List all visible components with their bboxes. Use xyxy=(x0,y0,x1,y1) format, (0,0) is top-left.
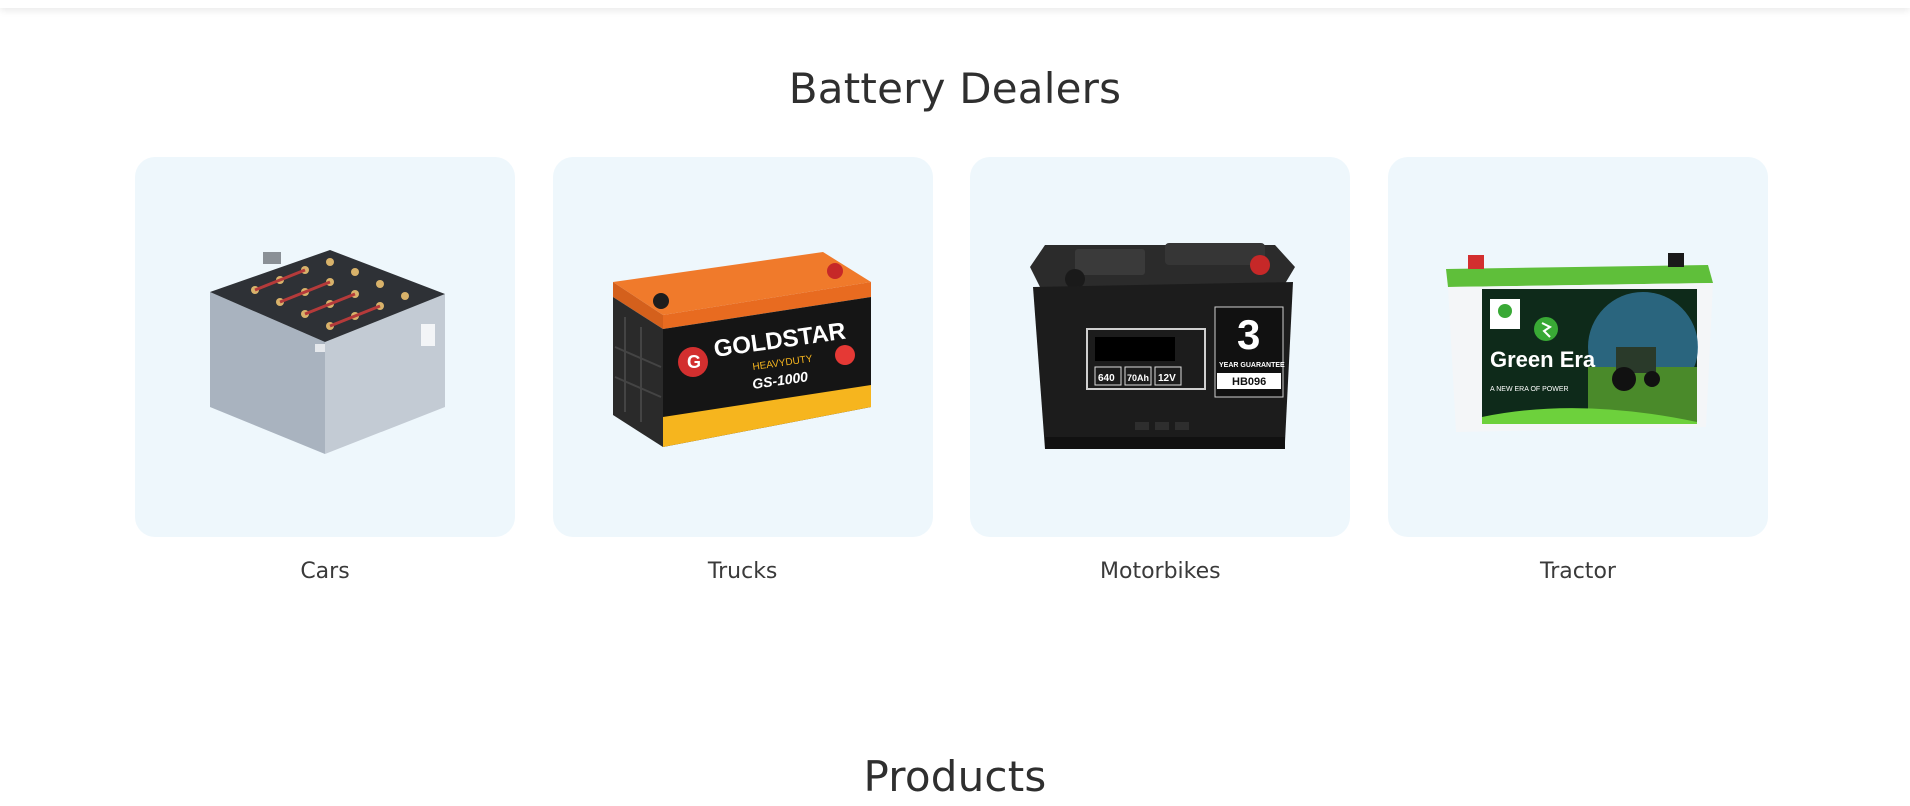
motorbike-guarantee-number: 3 xyxy=(1237,311,1260,358)
category-card-tractor[interactable]: Green Era A NEW ERA OF POWER Tractor xyxy=(1387,157,1768,584)
motorbike-model: HB096 xyxy=(1232,376,1266,388)
industrial-battery-icon xyxy=(210,250,445,454)
category-card-motorbikes[interactable]: 640 70Ah 12V 3 YEAR GUARANTEE HB096 Moto… xyxy=(970,157,1351,584)
tractor-battery-brand: Green Era xyxy=(1490,347,1596,372)
category-tile-cars[interactable] xyxy=(135,157,515,537)
category-label-motorbikes[interactable]: Motorbikes xyxy=(1100,559,1221,584)
category-tile-trucks[interactable]: G GOLDSTAR HEAVYDUTY GS-1000 xyxy=(552,157,933,537)
category-card-cars[interactable]: Cars xyxy=(135,157,515,584)
truck-battery-icon: G GOLDSTAR HEAVYDUTY GS-1000 xyxy=(612,252,871,447)
category-label-trucks[interactable]: Trucks xyxy=(708,559,778,584)
motorbike-spec-volt: 12V xyxy=(1158,373,1176,384)
header-shadow-bar xyxy=(0,0,1910,8)
category-tile-tractor[interactable]: Green Era A NEW ERA OF POWER xyxy=(1387,157,1768,537)
category-card-trucks[interactable]: G GOLDSTAR HEAVYDUTY GS-1000 Trucks xyxy=(552,157,933,584)
category-grid: Cars G GOLDSTAR HEAVYDUTY GS-1000 Trucks… xyxy=(135,157,1768,584)
motorbike-guarantee-text: YEAR GUARANTEE xyxy=(1219,362,1285,369)
category-label-cars[interactable]: Cars xyxy=(300,559,349,584)
tractor-battery-icon: Green Era A NEW ERA OF POWER xyxy=(1445,253,1713,432)
category-tile-motorbikes[interactable]: 640 70Ah 12V 3 YEAR GUARANTEE HB096 xyxy=(970,157,1351,537)
section-title-products: Products xyxy=(863,752,1047,801)
motorbike-spec-cca: 640 xyxy=(1098,373,1115,384)
motorbike-spec-ah: 70Ah xyxy=(1127,373,1149,383)
svg-text:G: G xyxy=(687,352,701,372)
tractor-battery-tagline: A NEW ERA OF POWER xyxy=(1490,386,1569,393)
motorbike-battery-icon: 640 70Ah 12V 3 YEAR GUARANTEE HB096 xyxy=(1030,243,1296,449)
category-label-tractor[interactable]: Tractor xyxy=(1540,559,1616,584)
section-title-battery-dealers: Battery Dealers xyxy=(788,64,1122,113)
